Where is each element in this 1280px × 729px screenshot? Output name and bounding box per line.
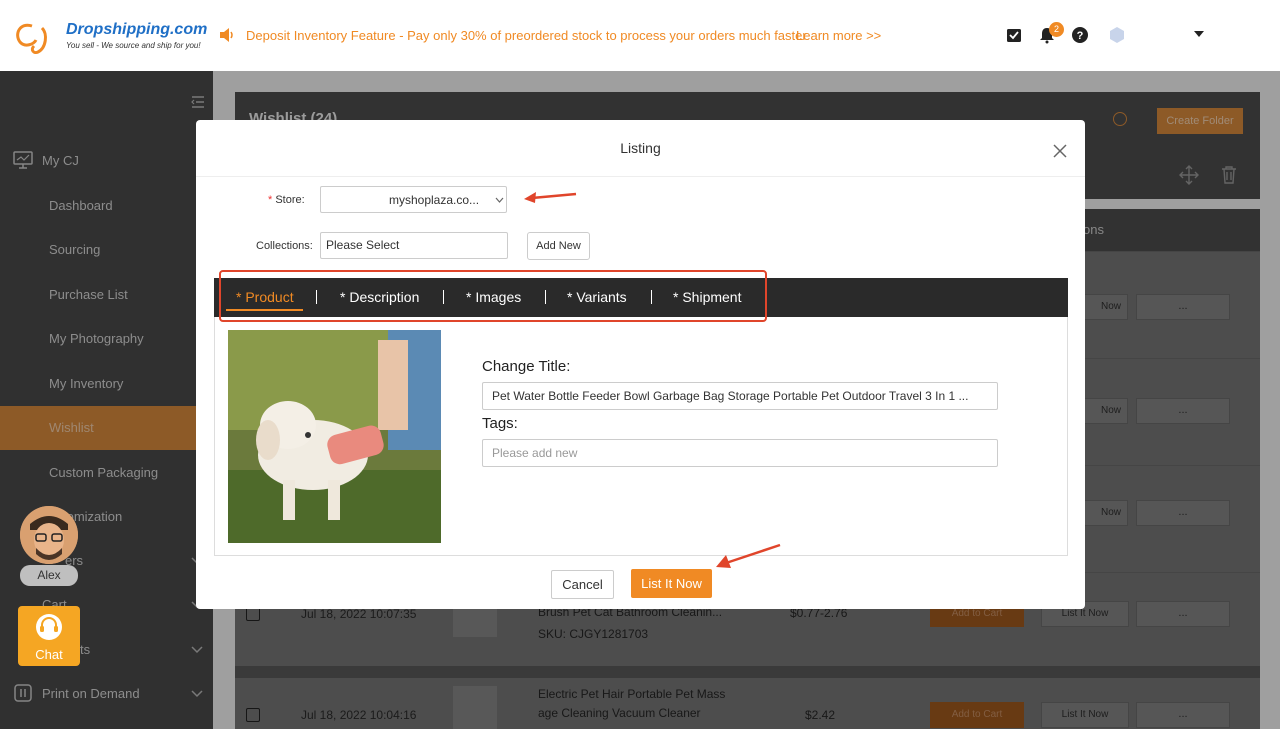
notification-badge: 2	[1049, 22, 1064, 37]
chat-label: Chat	[35, 647, 63, 662]
task-check-icon[interactable]	[1005, 26, 1023, 44]
divider	[196, 176, 1085, 177]
collections-label: Collections:	[256, 240, 313, 252]
user-avatar-icon[interactable]	[1108, 26, 1126, 44]
help-icon[interactable]: ?	[1071, 26, 1089, 44]
announcement-text: Deposit Inventory Feature - Pay only 30%…	[246, 27, 807, 43]
cancel-button[interactable]: Cancel	[551, 570, 614, 599]
logo-text: Dropshipping.com	[66, 21, 208, 38]
annotation-highlight-box	[219, 270, 767, 322]
svg-text:?: ?	[1077, 30, 1084, 42]
add-new-button[interactable]: Add New	[527, 232, 590, 260]
agent-avatar	[20, 506, 78, 564]
annotation-arrow-icon	[716, 543, 781, 568]
logo[interactable]: Dropshipping.com You sell - We source an…	[12, 18, 207, 58]
tags-label: Tags:	[482, 415, 518, 432]
top-header: Dropshipping.com You sell - We source an…	[0, 0, 1280, 71]
support-agent-widget[interactable]: Alex	[18, 506, 80, 586]
collections-select[interactable]: Please Select	[320, 232, 508, 259]
learn-more-link[interactable]: Learn more >>	[796, 28, 881, 43]
title-input[interactable]: Pet Water Bottle Feeder Bowl Garbage Bag…	[482, 382, 998, 410]
list-it-now-button[interactable]: List It Now	[631, 569, 712, 598]
store-label-text: Store:	[275, 194, 305, 206]
close-icon[interactable]	[1052, 143, 1068, 159]
product-tab-content: Change Title: Pet Water Bottle Feeder Bo…	[214, 317, 1068, 556]
agent-name: Alex	[20, 565, 78, 586]
announcement: Deposit Inventory Feature - Pay only 30%…	[218, 27, 807, 43]
tags-input[interactable]: Please add new	[482, 439, 998, 467]
product-image[interactable]	[228, 330, 441, 543]
cj-logo-icon	[16, 23, 47, 54]
chat-button[interactable]: Chat	[18, 606, 80, 666]
store-label: * Store:	[268, 194, 305, 206]
modal-title: Listing	[620, 140, 661, 156]
listing-modal: Listing * Store: myshoplaza.co... Collec…	[196, 120, 1085, 609]
store-select-value: myshoplaza.co...	[389, 193, 480, 207]
annotation-arrow-icon	[524, 192, 577, 203]
chevron-down-icon	[495, 197, 504, 203]
change-title-label: Change Title:	[482, 358, 571, 375]
store-select[interactable]: myshoplaza.co...	[320, 186, 507, 213]
agent-face-icon	[20, 506, 78, 564]
logo-tagline: You sell - We source and ship for you!	[66, 41, 201, 50]
headset-icon	[36, 614, 62, 640]
account-dropdown-caret-icon[interactable]	[1194, 31, 1204, 37]
speaker-icon	[220, 28, 233, 42]
